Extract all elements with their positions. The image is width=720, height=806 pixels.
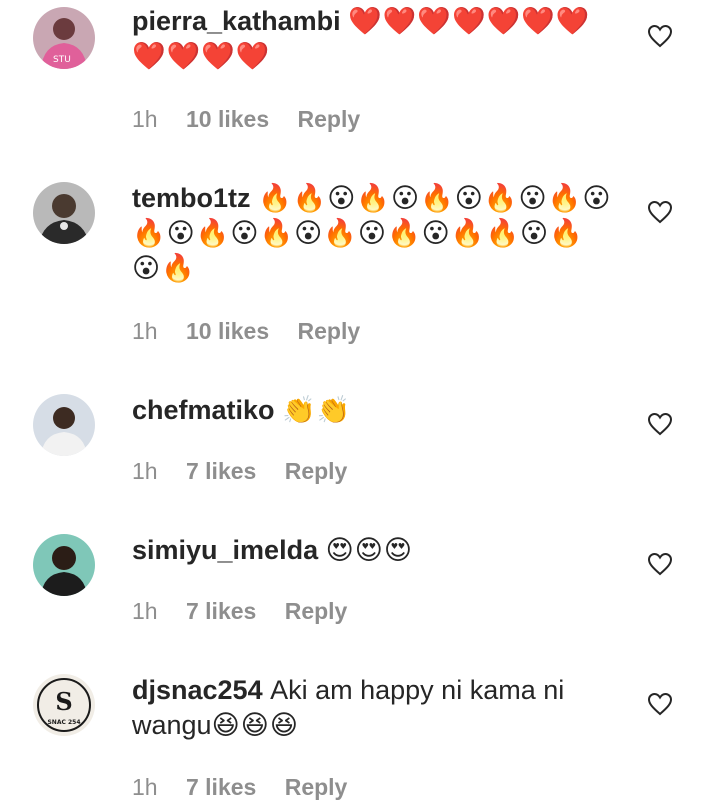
username[interactable]: tembo1tz: [132, 183, 258, 213]
reply-button[interactable]: Reply: [298, 106, 361, 133]
timestamp: 1h: [132, 458, 158, 484]
likes-count[interactable]: 10 likes: [186, 106, 269, 133]
comment-body: simiyu_imelda 😍😍😍: [132, 533, 612, 568]
reply-button[interactable]: Reply: [285, 458, 348, 485]
reply-button[interactable]: Reply: [285, 598, 348, 625]
comment-item: simiyu_imelda 😍😍😍 1h 7 likes Reply: [0, 528, 720, 638]
avatar[interactable]: STU: [33, 7, 95, 69]
avatar[interactable]: S SNAC 254: [33, 674, 95, 736]
comment-item: chefmatiko 👏👏 1h 7 likes Reply: [0, 388, 720, 498]
comment-meta: 1h 7 likes Reply: [132, 458, 369, 485]
comment-emoji: 😍😍😍: [325, 535, 414, 565]
timestamp: 1h: [132, 318, 158, 344]
likes-count[interactable]: 7 likes: [186, 458, 256, 485]
comment-meta: 1h 7 likes Reply: [132, 774, 369, 801]
heart-icon[interactable]: [647, 692, 673, 716]
timestamp: 1h: [132, 106, 158, 132]
username[interactable]: djsnac254: [132, 675, 270, 705]
reply-button[interactable]: Reply: [298, 318, 361, 345]
timestamp: 1h: [132, 598, 158, 624]
heart-icon[interactable]: [647, 200, 673, 224]
svg-text:SNAC 254: SNAC 254: [47, 719, 80, 726]
comment-list: STU pierra_kathambi ❤️❤️❤️❤️❤️❤️❤️❤️❤️❤️…: [0, 0, 720, 806]
likes-count[interactable]: 7 likes: [186, 598, 256, 625]
comment-body: tembo1tz 🔥🔥😮🔥😮🔥😮🔥😮🔥😮🔥😮🔥😮🔥😮🔥😮🔥😮🔥🔥😮🔥😮🔥: [132, 181, 612, 286]
comment-body: chefmatiko 👏👏: [132, 393, 612, 428]
comment-emoji: 👏👏: [282, 395, 352, 425]
comment-item: STU pierra_kathambi ❤️❤️❤️❤️❤️❤️❤️❤️❤️❤️…: [0, 0, 720, 150]
comment-item: tembo1tz 🔥🔥😮🔥😮🔥😮🔥😮🔥😮🔥😮🔥😮🔥😮🔥😮🔥😮🔥🔥😮🔥😮🔥 1h …: [0, 176, 720, 361]
comment-emoji: 😆😆😆: [211, 710, 300, 740]
comment-body: djsnac254 Aki am happy ni kama ni wangu😆…: [132, 673, 612, 743]
avatar[interactable]: [33, 394, 95, 456]
comment-item: S SNAC 254 djsnac254 Aki am happy ni kam…: [0, 668, 720, 806]
heart-icon[interactable]: [647, 552, 673, 576]
username[interactable]: simiyu_imelda: [132, 535, 326, 565]
username[interactable]: pierra_kathambi: [132, 6, 348, 36]
svg-text:S: S: [55, 687, 72, 716]
avatar[interactable]: [33, 182, 95, 244]
comment-body: pierra_kathambi ❤️❤️❤️❤️❤️❤️❤️❤️❤️❤️❤️: [132, 4, 612, 74]
comment-meta: 1h 7 likes Reply: [132, 598, 369, 625]
avatar[interactable]: [33, 534, 95, 596]
snac-logo-icon: S SNAC 254: [33, 674, 95, 736]
likes-count[interactable]: 7 likes: [186, 774, 256, 801]
likes-count[interactable]: 10 likes: [186, 318, 269, 345]
reply-button[interactable]: Reply: [285, 774, 348, 801]
username[interactable]: chefmatiko: [132, 395, 282, 425]
heart-icon[interactable]: [647, 412, 673, 436]
heart-icon[interactable]: [647, 24, 673, 48]
svg-text:STU: STU: [53, 55, 71, 65]
timestamp: 1h: [132, 774, 158, 800]
comment-meta: 1h 10 likes Reply: [132, 106, 382, 133]
comment-meta: 1h 10 likes Reply: [132, 318, 382, 345]
